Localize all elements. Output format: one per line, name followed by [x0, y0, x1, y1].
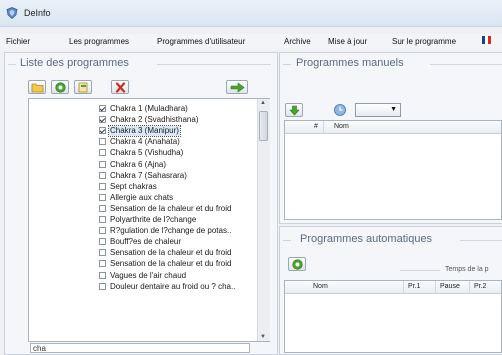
menu-mise-a-jour[interactable]: Mise à jour: [328, 37, 367, 46]
program-checkbox[interactable]: [99, 193, 106, 201]
add-icon: [55, 82, 66, 93]
program-label: Chakra 1 (Muladhara): [110, 104, 188, 113]
scroll-down-icon[interactable]: ▼: [260, 334, 266, 340]
program-checkbox[interactable]: [99, 249, 106, 257]
program-checkbox[interactable]: [99, 216, 106, 223]
program-label: Sensation de la chaleur et du froid: [110, 259, 232, 269]
copy-icon: [78, 82, 88, 93]
clock-icon[interactable]: [333, 103, 347, 117]
manual-add-button[interactable]: [285, 103, 303, 117]
auto-table-header: Nom Pr.1 Pause Pr.2: [285, 281, 501, 294]
add-icon: [292, 259, 303, 270]
program-checkbox[interactable]: [99, 160, 106, 168]
menu-sur-le-programme[interactable]: Sur le programme: [392, 37, 456, 46]
column-number[interactable]: #: [314, 123, 318, 130]
group-divider: [283, 64, 291, 65]
program-label: Vagues de l'air chaud: [110, 270, 187, 280]
group-divider: [283, 240, 291, 241]
column-pr2[interactable]: Pr.2: [474, 283, 486, 290]
column-pr1[interactable]: Pr.1: [408, 283, 420, 290]
open-folder-button[interactable]: [28, 80, 46, 94]
program-label: Allergie aux chats: [110, 192, 174, 202]
program-checkbox[interactable]: [99, 127, 106, 135]
group-divider: [460, 240, 502, 241]
column-pause[interactable]: Pause: [440, 283, 460, 290]
column-nom[interactable]: Nom: [334, 123, 349, 130]
group-divider: [157, 64, 271, 65]
group-divider: [430, 64, 502, 65]
column-nom[interactable]: Nom: [313, 283, 328, 290]
auto-programs-table[interactable]: Nom Pr.1 Pause Pr.2: [284, 280, 502, 353]
scroll-thumb[interactable]: [259, 111, 268, 141]
delete-program-button[interactable]: [111, 80, 129, 94]
auto-programs-title: Programmes automatiques: [300, 233, 433, 245]
program-label: Chakra 4 (Anahata): [110, 137, 180, 147]
manual-table-header: # Nom: [285, 121, 501, 134]
program-checkbox[interactable]: [99, 182, 106, 190]
program-checkbox[interactable]: [99, 149, 106, 157]
program-checkbox[interactable]: [99, 238, 106, 246]
language-flag-icon[interactable]: [482, 36, 491, 44]
caption-divider: [400, 270, 440, 271]
auto-time-caption: Temps de la p: [445, 266, 489, 273]
program-checkbox[interactable]: [99, 282, 106, 290]
program-checkbox[interactable]: [99, 116, 106, 124]
title-bar: DeInfo: [0, 0, 502, 27]
arrow-right-icon: [230, 82, 245, 93]
program-list-title: Liste des programmes: [20, 57, 129, 69]
program-checkbox[interactable]: [99, 227, 106, 235]
app-shield-icon: [6, 7, 18, 19]
copy-program-button[interactable]: [74, 80, 92, 94]
program-label: Polyarthrite de l?change: [110, 215, 197, 224]
group-divider: [8, 64, 16, 65]
program-label: Douleur dentaire au froid ou ? cha..: [110, 281, 236, 291]
program-label: Chakra 2 (Svadhisthana): [110, 115, 199, 125]
program-label: Sensation de la chaleur et du froid: [110, 248, 232, 258]
scroll-up-icon[interactable]: ▲: [260, 100, 266, 106]
window-title: DeInfo: [24, 8, 51, 18]
program-label: R?gulation de l?change de potas..: [110, 226, 232, 236]
folder-icon: [31, 83, 44, 93]
program-label: Sensation de la chaleur et du froid: [110, 203, 232, 213]
program-label: Bouff?es de chaleur: [110, 237, 182, 247]
program-label: Chakra 3 (Manipur): [108, 125, 181, 138]
program-checkbox[interactable]: [99, 171, 106, 179]
program-checkbox[interactable]: [99, 260, 106, 268]
menu-les-programmes[interactable]: Les programmes: [69, 37, 129, 46]
program-checkbox[interactable]: [99, 138, 106, 146]
program-label: Chakra 5 (Vishudha): [110, 148, 184, 158]
program-checkbox[interactable]: [99, 271, 106, 279]
menu-bar: Fichier Les programmes Programmes d'util…: [0, 34, 502, 50]
program-list[interactable]: Chakra 1 (Muladhara) Chakra 2 (Svadhistha…: [28, 98, 270, 342]
program-label: Chakra 7 (Sahasrara): [110, 170, 187, 180]
add-program-button[interactable]: [51, 80, 69, 94]
program-label: Chakra 6 (Ajna): [110, 159, 167, 169]
program-label: Sept chakras: [110, 181, 157, 191]
program-checkbox[interactable]: [99, 204, 106, 212]
manual-programs-table[interactable]: # Nom: [284, 120, 502, 220]
menu-archive[interactable]: Archive: [284, 37, 311, 46]
menu-fichier[interactable]: Fichier: [6, 37, 30, 46]
arrow-down-icon: [289, 105, 300, 116]
manual-time-dropdown[interactable]: ▼: [355, 103, 401, 117]
menu-programmes-utilisateur[interactable]: Programmes d'utilisateur: [157, 37, 245, 46]
chevron-down-icon: ▼: [390, 106, 397, 113]
program-search-input[interactable]: cha: [30, 343, 250, 353]
program-checkbox[interactable]: [99, 105, 106, 112]
program-list-scrollbar[interactable]: ▲ ▼: [257, 99, 270, 341]
auto-add-button[interactable]: [288, 257, 306, 271]
delete-icon: [115, 82, 126, 93]
transfer-right-button[interactable]: [226, 80, 248, 94]
manual-programs-title: Programmes manuels: [296, 57, 404, 69]
